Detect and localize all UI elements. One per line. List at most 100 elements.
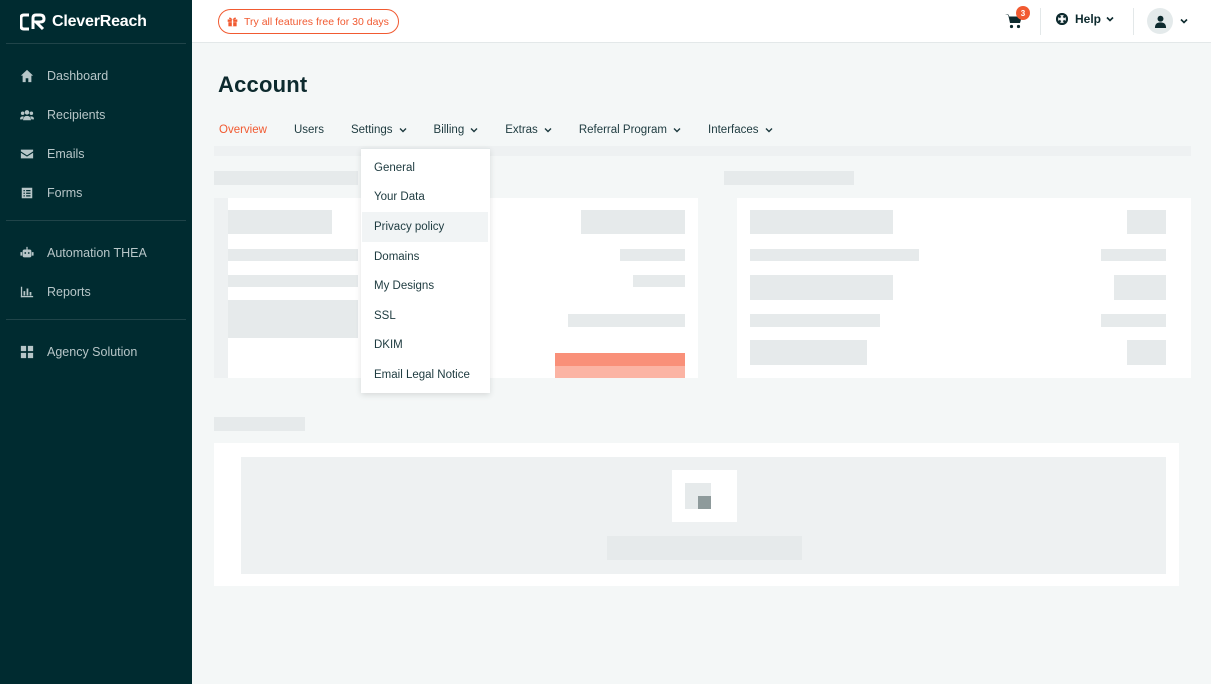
blurred-heading <box>214 417 305 431</box>
account-tabs: Overview Users Settings Billing Extras R… <box>219 122 800 138</box>
gift-icon <box>227 17 238 27</box>
blurred-text <box>228 300 358 338</box>
cleverreach-logo-icon <box>20 13 46 30</box>
tab-interfaces[interactable]: Interfaces <box>708 122 773 138</box>
nav-group-agency: Agency Solution <box>6 320 186 379</box>
chevron-down-icon <box>399 128 407 133</box>
chart-icon <box>19 284 35 300</box>
tab-label: Interfaces <box>708 124 759 136</box>
free-trial-label: Try all features free for 30 days <box>244 15 389 28</box>
tab-users[interactable]: Users <box>294 122 324 138</box>
tab-referral-program[interactable]: Referral Program <box>579 122 681 138</box>
sidebar-item-reports[interactable]: Reports <box>6 272 186 311</box>
tab-billing[interactable]: Billing <box>434 122 479 138</box>
chevron-down-icon <box>765 128 773 133</box>
settings-dropdown-menu: General Your Data Privacy policy Domains… <box>361 148 490 393</box>
blurred-text <box>228 249 358 261</box>
topbar-divider <box>1133 8 1134 35</box>
blurred-value <box>1127 340 1166 365</box>
lifebuoy-icon <box>1056 13 1068 25</box>
blurred-value <box>1127 210 1166 234</box>
page-title: Account <box>218 72 308 97</box>
help-menu-button[interactable]: Help <box>1056 12 1114 26</box>
sidebar-item-label: Forms <box>47 185 83 200</box>
sidebar-item-label: Reports <box>47 284 91 299</box>
menu-item-your-data[interactable]: Your Data <box>361 183 490 213</box>
blurred-value <box>1101 314 1166 327</box>
brand-logo[interactable]: CleverReach <box>6 0 186 44</box>
blurred-value <box>1101 249 1166 261</box>
form-icon <box>19 185 35 201</box>
topbar-divider <box>1040 8 1041 35</box>
chevron-down-icon <box>673 128 681 133</box>
tab-label: Users <box>293 124 324 136</box>
blurred-heading <box>214 171 358 185</box>
cart-count-badge: 3 <box>1016 6 1030 20</box>
blurred-text <box>750 210 893 234</box>
users-icon <box>19 107 35 123</box>
blurred-action-button-lower <box>555 366 685 378</box>
home-icon <box>19 68 35 84</box>
menu-item-my-designs[interactable]: My Designs <box>361 271 490 301</box>
blurred-value <box>633 275 685 287</box>
menu-item-privacy-policy[interactable]: Privacy policy <box>362 212 488 242</box>
tab-extras[interactable]: Extras <box>505 122 552 138</box>
tab-label: Billing <box>433 124 465 136</box>
blurred-text <box>750 340 867 365</box>
sidebar-item-automation-thea[interactable]: Automation THEA <box>6 233 186 272</box>
blurred-heading <box>724 171 854 185</box>
tab-label: Settings <box>350 124 393 136</box>
sidebar-item-forms[interactable]: Forms <box>6 173 186 212</box>
blurred-value <box>1114 275 1166 300</box>
avatar <box>1147 8 1173 34</box>
sidebar: CleverReach Dashboard Recipients Emails … <box>0 0 192 684</box>
blurred-value <box>581 210 685 234</box>
blurred-icon-detail <box>698 496 711 509</box>
menu-item-domains[interactable]: Domains <box>361 242 490 272</box>
menu-item-dkim[interactable]: DKIM <box>361 331 490 361</box>
blurred-text <box>750 249 919 261</box>
sidebar-item-recipients[interactable]: Recipients <box>6 95 186 134</box>
blurred-text <box>750 275 893 300</box>
cart-button[interactable]: 3 <box>1005 6 1030 30</box>
menu-item-general[interactable]: General <box>361 153 490 183</box>
tab-label: Extras <box>505 124 538 136</box>
tab-label: Overview <box>219 124 267 136</box>
tab-label: Referral Program <box>578 124 668 136</box>
sidebar-item-label: Emails <box>47 146 85 161</box>
menu-item-email-legal-notice[interactable]: Email Legal Notice <box>361 360 490 390</box>
chevron-down-icon <box>544 128 552 133</box>
grid-icon <box>19 344 35 360</box>
blurred-text <box>228 275 358 287</box>
sidebar-item-emails[interactable]: Emails <box>6 134 186 173</box>
blurred-action-button[interactable] <box>555 353 685 366</box>
tab-overview[interactable]: Overview <box>219 122 267 138</box>
user-menu-button[interactable] <box>1147 8 1188 34</box>
nav-group-main: Dashboard Recipients Emails Forms <box>6 44 186 221</box>
user-icon <box>1154 15 1166 28</box>
blurred-value <box>568 314 685 327</box>
blurred-value <box>620 249 685 261</box>
envelope-icon <box>19 146 35 162</box>
chevron-down-icon <box>1180 18 1188 24</box>
menu-item-ssl[interactable]: SSL <box>361 301 490 331</box>
blurred-empty-message <box>607 536 802 560</box>
robot-icon <box>19 245 35 261</box>
blurred-card-edge <box>214 198 228 378</box>
sidebar-item-label: Automation THEA <box>47 245 147 260</box>
help-label: Help <box>1075 12 1102 26</box>
sidebar-item-agency-solution[interactable]: Agency Solution <box>6 332 186 371</box>
topbar: Try all features free for 30 days 3 Help <box>192 0 1211 43</box>
sidebar-item-label: Recipients <box>47 107 106 122</box>
nav-group-automation: Automation THEA Reports <box>6 221 186 320</box>
sidebar-item-label: Agency Solution <box>47 344 138 359</box>
chevron-down-icon <box>1106 16 1114 22</box>
blurred-text <box>750 314 880 327</box>
free-trial-button[interactable]: Try all features free for 30 days <box>218 9 399 34</box>
brand-name: CleverReach <box>52 12 147 30</box>
sidebar-item-label: Dashboard <box>47 68 109 83</box>
blurred-text <box>228 210 332 234</box>
sidebar-item-dashboard[interactable]: Dashboard <box>6 56 186 95</box>
chevron-down-icon <box>470 128 478 133</box>
tab-settings[interactable]: Settings <box>351 122 407 138</box>
